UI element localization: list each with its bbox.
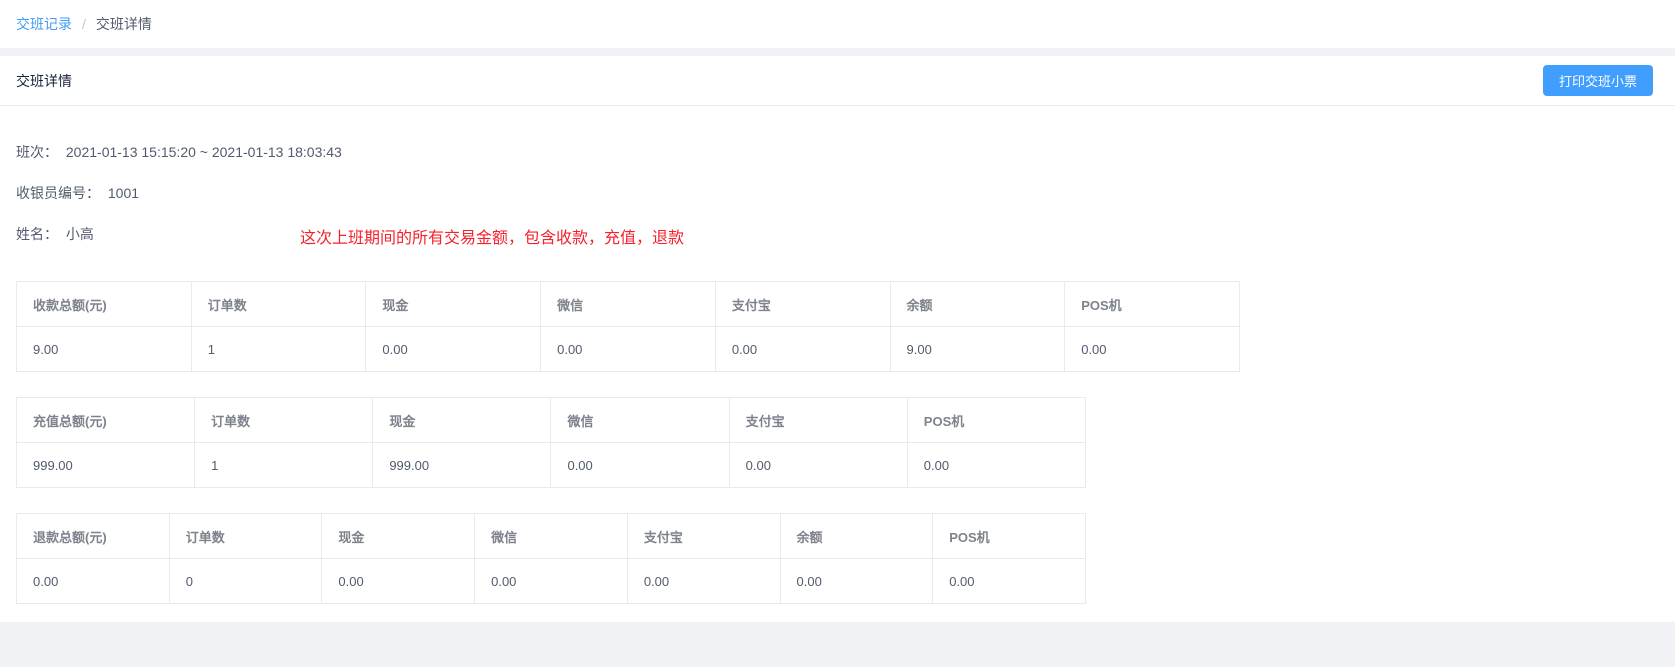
column-header: 收款总额(元)	[16, 281, 192, 327]
value-cell: 0.00	[906, 442, 1087, 488]
column-header: 充值总额(元)	[15, 397, 196, 443]
page-title: 交班详情	[16, 72, 72, 89]
cashier-number-row: 收银员编号： 1001	[16, 183, 1659, 203]
value-cell: 1	[190, 326, 367, 372]
column-header: 现金	[372, 397, 552, 443]
shift-detail-card: 交班详情 打印交班小票 班次： 2021-01-13 15:15:20 ~ 20…	[0, 56, 1675, 622]
column-header: 余额	[889, 281, 1066, 327]
cashier-number-label: 收银员编号：	[16, 185, 100, 201]
value-cell: 0.00	[714, 326, 891, 372]
breadcrumb-separator: /	[82, 16, 86, 32]
recharge-summary-table: 充值总额(元) 订单数 现金 微信 支付宝 POS机 999.00 1 999.00 0.00 0.…	[15, 397, 1087, 488]
value-cell: 999.00	[15, 442, 196, 488]
table-header-row: 收款总额(元) 订单数 现金 微信 支付宝 余额 POS机	[16, 281, 1240, 327]
value-cell: 0.00	[540, 326, 716, 372]
breadcrumb-link-shift-records[interactable]: 交班记录	[16, 14, 72, 34]
column-header: POS机	[1064, 281, 1240, 327]
value-cell: 1	[194, 442, 374, 488]
column-header: 支付宝	[728, 397, 908, 443]
column-header: 微信	[540, 281, 716, 327]
column-header: 现金	[365, 281, 542, 327]
table-value-row: 0.00 0 0.00 0.00 0.00 0.00 0.00	[16, 558, 1086, 604]
shift-time-label: 班次：	[16, 144, 58, 160]
column-header: 退款总额(元)	[16, 513, 170, 559]
cashier-name-label: 姓名：	[16, 226, 58, 242]
value-cell: 0	[168, 558, 323, 604]
column-header: 现金	[321, 513, 476, 559]
value-cell: 0.00	[932, 558, 1086, 604]
collection-summary-table: 收款总额(元) 订单数 现金 微信 支付宝 余额 POS机 9.00 1 0.00 0.00 0.00…	[16, 281, 1240, 372]
column-header: 微信	[474, 513, 628, 559]
value-cell: 0.00	[365, 326, 542, 372]
column-header: POS机	[932, 513, 1086, 559]
column-header: 订单数	[190, 281, 367, 327]
value-cell: 0.00	[550, 442, 730, 488]
column-header: 余额	[779, 513, 934, 559]
column-header: 支付宝	[714, 281, 891, 327]
table-value-row: 9.00 1 0.00 0.00 0.00 9.00 0.00	[16, 326, 1240, 372]
cashier-name-row: 姓名： 小高	[16, 224, 1659, 244]
breadcrumb: 交班记录 / 交班详情	[0, 0, 1675, 48]
refund-summary-table: 退款总额(元) 订单数 现金 微信 支付宝 余额 POS机 0.00 0 0.00 0.00 0.00…	[16, 513, 1086, 604]
shift-time-row: 班次： 2021-01-13 15:15:20 ~ 2021-01-13 18:…	[16, 142, 1659, 162]
shift-info-section: 班次： 2021-01-13 15:15:20 ~ 2021-01-13 18:…	[0, 106, 1675, 247]
table-value-row: 999.00 1 999.00 0.00 0.00 0.00	[15, 442, 1087, 488]
red-annotation-text: 这次上班期间的所有交易金额，包含收款，充值，退款	[300, 230, 685, 247]
table-header-row: 充值总额(元) 订单数 现金 微信 支付宝 POS机	[15, 397, 1087, 443]
column-header: 微信	[550, 397, 730, 443]
tables-container: 收款总额(元) 订单数 现金 微信 支付宝 余额 POS机 9.00 1 0.00 0.00 0.00…	[0, 265, 1675, 604]
table-header-row: 退款总额(元) 订单数 现金 微信 支付宝 余额 POS机	[16, 513, 1086, 559]
column-header: 订单数	[168, 513, 323, 559]
cashier-number-value: 1001	[107, 185, 140, 201]
value-cell: 9.00	[16, 326, 192, 372]
cashier-name-value: 小高	[65, 226, 94, 242]
value-cell: 9.00	[889, 326, 1066, 372]
value-cell: 0.00	[728, 442, 908, 488]
card-header: 交班详情 打印交班小票	[0, 56, 1675, 106]
breadcrumb-current: 交班详情	[95, 16, 152, 32]
value-cell: 0.00	[1064, 326, 1240, 372]
print-receipt-button[interactable]: 打印交班小票	[1542, 65, 1653, 96]
column-header: POS机	[906, 397, 1087, 443]
value-cell: 0.00	[474, 558, 628, 604]
column-header: 订单数	[194, 397, 374, 443]
column-header: 支付宝	[626, 513, 781, 559]
shift-time-value: 2021-01-13 15:15:20 ~ 2021-01-13 18:03:4…	[65, 144, 342, 160]
value-cell: 0.00	[779, 558, 934, 604]
value-cell: 999.00	[372, 442, 552, 488]
value-cell: 0.00	[321, 558, 476, 604]
value-cell: 0.00	[626, 558, 781, 604]
value-cell: 0.00	[16, 558, 170, 604]
